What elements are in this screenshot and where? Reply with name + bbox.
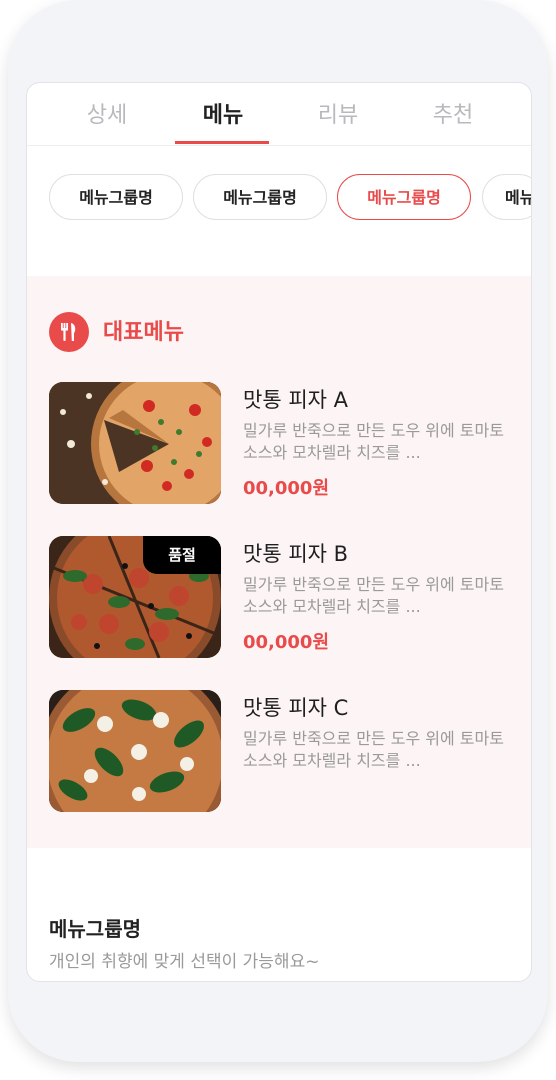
menu-item-b[interactable]: 품절 맛통 피자 B 밀가루 반죽으로 만든 도우 위에 토마토 소스와 모차렐… bbox=[49, 536, 509, 658]
active-tab-indicator bbox=[175, 141, 269, 144]
chip-menu-group-1[interactable]: 메뉴그룹명 bbox=[49, 174, 183, 220]
menu-item-name: 맛통 피자 A bbox=[243, 388, 348, 412]
tab-bar: 상세 메뉴 리뷰 추천 bbox=[27, 83, 531, 146]
pizza-c-image bbox=[49, 690, 221, 812]
tab-detail[interactable]: 상세 bbox=[57, 97, 157, 129]
chip-menu-group-3[interactable]: 메뉴그룹명 bbox=[337, 174, 471, 220]
menu-item-name: 맛통 피자 C bbox=[243, 696, 349, 720]
featured-title: 대표메뉴 bbox=[103, 320, 184, 345]
menu-item-description: 밀가루 반죽으로 만든 도우 위에 토마토 소스와 모차렐라 치즈를 ... bbox=[243, 575, 504, 616]
menu-group-description: 개인의 취향에 맞게 선택이 가능해요~ bbox=[49, 952, 320, 972]
menu-item-name: 맛통 피자 B bbox=[243, 542, 349, 566]
menu-item-c[interactable]: 맛통 피자 C 밀가루 반죽으로 만든 도우 위에 토마토 소스와 모차렐라 치… bbox=[49, 690, 509, 812]
menu-item-price: 00,000원 bbox=[243, 478, 330, 499]
fork-knife-icon bbox=[49, 312, 89, 352]
sold-out-badge: 품절 bbox=[143, 536, 221, 574]
featured-menu-section: 대표메뉴 맛통 피자 A 밀가루 반죽으로 만든 도우 위에 토마토 소스와 모… bbox=[27, 276, 531, 848]
app-screen: 상세 메뉴 리뷰 추천 메뉴그룹명 메뉴그룹명 메뉴그룹명 메뉴그룹명 대표메뉴 bbox=[26, 82, 532, 982]
pizza-b-image: 품절 bbox=[49, 536, 221, 658]
tab-recommend[interactable]: 추천 bbox=[403, 97, 503, 129]
pizza-a-image bbox=[49, 382, 221, 504]
menu-item-description: 밀가루 반죽으로 만든 도우 위에 토마토 소스와 모차렐라 치즈를 ... bbox=[243, 421, 504, 462]
menu-item-price: 00,000원 bbox=[243, 632, 330, 653]
tab-review[interactable]: 리뷰 bbox=[288, 97, 388, 129]
menu-item-description: 밀가루 반죽으로 만든 도우 위에 토마토 소스와 모차렐라 치즈를 ... bbox=[243, 729, 504, 770]
tab-menu[interactable]: 메뉴 bbox=[173, 97, 273, 129]
menu-group-title: 메뉴그룹명 bbox=[49, 917, 141, 941]
chip-menu-group-4[interactable]: 메뉴그룹명 bbox=[482, 174, 531, 220]
menu-item-a[interactable]: 맛통 피자 A 밀가루 반죽으로 만든 도우 위에 토마토 소스와 모차렐라 치… bbox=[49, 382, 509, 504]
chip-menu-group-2[interactable]: 메뉴그룹명 bbox=[193, 174, 327, 220]
